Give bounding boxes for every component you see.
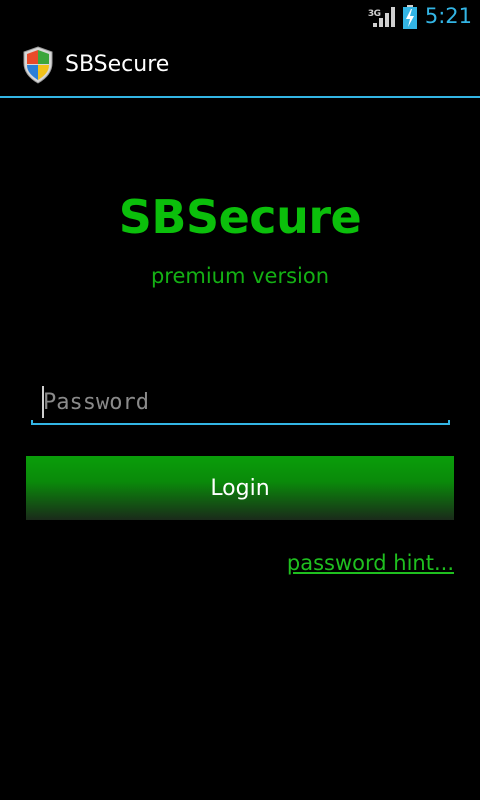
status-clock: 5:21 <box>424 4 472 28</box>
status-bar: 3G 5:21 <box>0 0 480 33</box>
battery-charging-icon <box>402 4 417 29</box>
brand-title: SBSecure <box>118 190 362 244</box>
brand-subtitle: premium version <box>150 264 330 288</box>
password-underline <box>31 420 450 425</box>
login-button[interactable]: Login <box>26 456 454 520</box>
signal-indicator: 3G <box>368 5 395 29</box>
shield-icon[interactable] <box>22 46 54 84</box>
action-bar-title: SBSecure <box>65 52 170 77</box>
action-bar-divider <box>0 96 480 98</box>
signal-icon <box>372 6 395 27</box>
password-hint-link[interactable]: password hint... <box>287 551 454 575</box>
text-cursor <box>42 386 44 418</box>
password-input[interactable] <box>31 380 450 424</box>
status-icons: 3G 5:21 <box>368 0 472 33</box>
action-bar: SBSecure <box>0 33 480 96</box>
screen: 3G 5:21 SBSecure SBSecure premium versio… <box>0 0 480 800</box>
